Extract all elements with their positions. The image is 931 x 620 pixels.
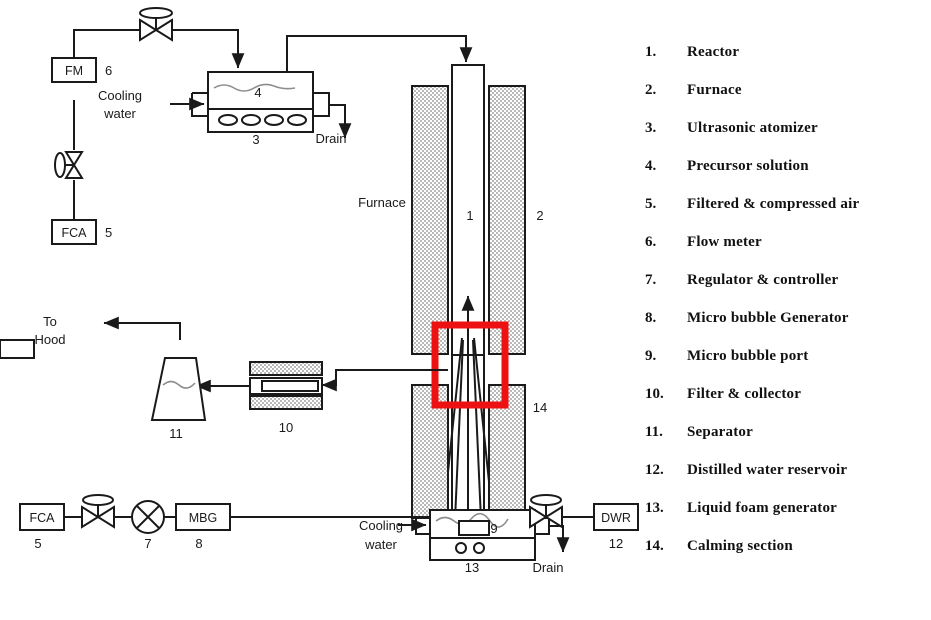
legend-item: 10. Filter & collector	[645, 386, 931, 424]
legend-item-label: Micro bubble Generator	[687, 310, 849, 326]
legend-item-label: Filter & collector	[687, 386, 802, 402]
valve-air-line-icon	[54, 151, 84, 179]
legend-item-number: 8.	[645, 310, 657, 326]
callout-13: 13	[465, 560, 479, 575]
drain-arrow-bottom	[549, 525, 570, 553]
legend-item-number: 1.	[645, 44, 657, 60]
legend-item: 7. Regulator & controller	[645, 272, 931, 310]
cooling-water-label-bottom-line2: water	[364, 537, 397, 552]
callout-11: 11	[169, 426, 183, 441]
legend-item-number: 7.	[645, 272, 657, 288]
valve-atomizer-inlet-icon	[139, 7, 173, 42]
legend-item-number: 5.	[645, 196, 657, 212]
legend-list: 1. Reactor 2. Furnace 3. Ultrasonic atomizer 4…	[645, 44, 931, 576]
callout-9: 9	[490, 521, 497, 536]
micro-bubble-port	[458, 520, 490, 536]
legend-item-number: 6.	[645, 234, 657, 250]
callout-2: 2	[536, 208, 543, 223]
legend-item: 2. Furnace	[645, 82, 931, 120]
legend-item-label: Reactor	[687, 44, 740, 60]
legend-item-label: Ultrasonic atomizer	[687, 120, 818, 136]
valve-dwr-icon	[529, 494, 563, 529]
fca-top-label: FCA	[62, 226, 88, 240]
legend-item: 11. Separator	[645, 424, 931, 462]
pipe-reactor-to-filter	[321, 369, 448, 392]
cooling-water-label-bottom-line1: Cooling	[359, 518, 403, 533]
legend-item-label: Calming section	[687, 538, 793, 554]
cooling-water-label-top-line2: water	[103, 106, 136, 121]
callout-5-bottom: 5	[34, 536, 41, 551]
legend-item-number: 2.	[645, 82, 657, 98]
mbg-label: MBG	[189, 511, 217, 525]
callout-5-top: 5	[105, 225, 112, 240]
flow-meter-label: FM	[65, 64, 83, 78]
legend-item: 4. Precursor solution	[645, 158, 931, 196]
legend-item: 9. Micro bubble port	[645, 348, 931, 386]
furnace-label: Furnace	[358, 195, 406, 210]
legend-item-number: 9.	[645, 348, 657, 364]
valve-air-bottom-icon	[81, 494, 115, 529]
legend-item-number: 14.	[645, 538, 664, 554]
callout-12: 12	[609, 536, 623, 551]
legend-item-number: 10.	[645, 386, 664, 402]
regulator-controller-icon	[131, 500, 165, 534]
furnace-block-right	[488, 85, 526, 355]
pipe-separator-to-hood	[103, 316, 181, 340]
legend-item: 14. Calming section	[645, 538, 931, 576]
legend-item-number: 12.	[645, 462, 664, 478]
callout-8: 8	[195, 536, 202, 551]
to-hood-label-line2: Hood	[34, 332, 65, 347]
legend-item-number: 11.	[645, 424, 663, 440]
furnace-block-left	[411, 85, 449, 355]
drain-label-top: Drain	[315, 131, 346, 146]
ultrasonic-atomizer	[191, 71, 330, 133]
to-hood-label-line1: To	[43, 314, 57, 329]
legend-item: 3. Ultrasonic atomizer	[645, 120, 931, 158]
callout-6: 6	[105, 63, 112, 78]
legend-item-label: Precursor solution	[687, 158, 809, 174]
legend-item: 6. Flow meter	[645, 234, 931, 272]
legend-item: 5. Filtered & compressed air	[645, 196, 931, 234]
filter-collector	[249, 361, 323, 410]
legend-item-label: Micro bubble port	[687, 348, 809, 364]
legend-item-label: Flow meter	[687, 234, 762, 250]
legend-item-number: 3.	[645, 120, 657, 136]
legend-item-number: 13.	[645, 500, 664, 516]
cooling-water-label-top-line1: Cooling	[98, 88, 142, 103]
callout-3: 3	[252, 132, 259, 147]
callout-1: 1	[466, 208, 473, 223]
legend-item-label: Liquid foam generator	[687, 500, 838, 516]
legend-item: 12. Distilled water reservoir	[645, 462, 931, 500]
callout-7: 7	[144, 536, 151, 551]
separator	[0, 339, 207, 421]
callout-14: 14	[533, 400, 547, 415]
legend-item-label: Separator	[687, 424, 753, 440]
callout-10: 10	[279, 420, 293, 435]
drain-label-bottom: Drain	[532, 560, 563, 575]
legend-item-label: Filtered & compressed air	[687, 196, 860, 212]
legend-item-label: Furnace	[687, 82, 742, 98]
legend-item: 8. Micro bubble Generator	[645, 310, 931, 348]
callout-4: 4	[254, 85, 261, 100]
legend-item-number: 4.	[645, 158, 657, 174]
legend-item-label: Regulator & controller	[687, 272, 839, 288]
pipe-valve-to-atomizer	[172, 29, 245, 69]
pipe-atomizer-to-reactor	[286, 35, 473, 72]
fca-bottom-label: FCA	[30, 511, 56, 525]
legend-item: 13. Liquid foam generator	[645, 500, 931, 538]
legend-item: 1. Reactor	[645, 44, 931, 82]
legend-item-label: Distilled water reservoir	[687, 462, 848, 478]
dwr-label: DWR	[601, 511, 631, 525]
